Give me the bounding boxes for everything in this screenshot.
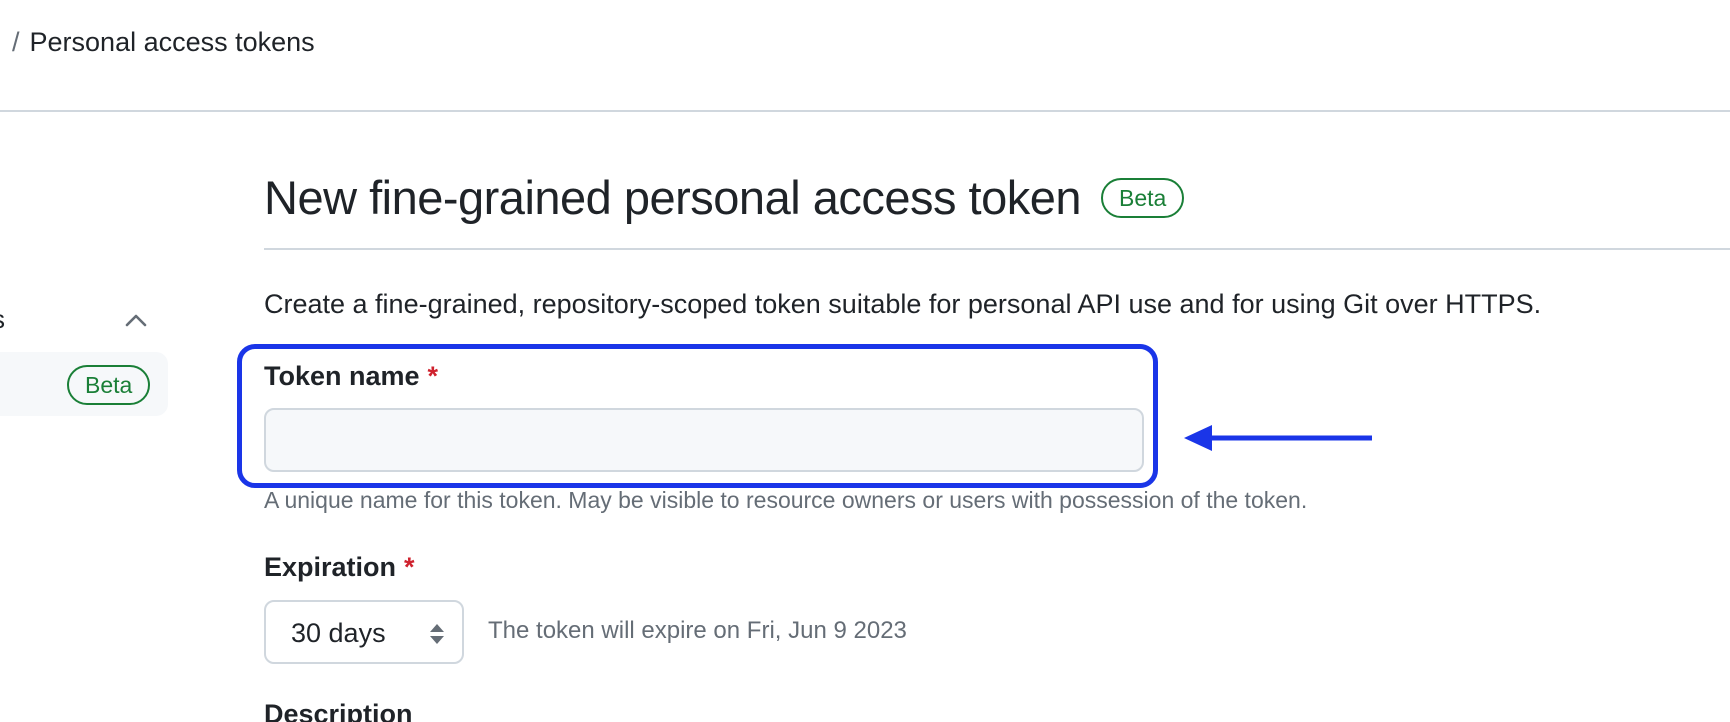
expiration-note: The token will expire on Fri, Jun 9 2023 bbox=[488, 617, 907, 644]
page: /Personal access tokens s Beta New fine-… bbox=[0, 0, 1730, 722]
chevron-up-icon[interactable] bbox=[122, 306, 150, 334]
token-name-hint: A unique name for this token. May be vis… bbox=[264, 487, 1308, 513]
breadcrumb-separator: / bbox=[12, 27, 20, 57]
token-name-input[interactable] bbox=[264, 408, 1144, 472]
expiration-label: Expiration * bbox=[264, 549, 415, 585]
expiration-selected-value: 30 days bbox=[291, 618, 386, 648]
required-marker: * bbox=[427, 361, 439, 391]
select-arrows-icon bbox=[430, 624, 444, 644]
title-beta-badge: Beta bbox=[1101, 178, 1185, 218]
sidebar-beta-badge: Beta bbox=[67, 365, 151, 405]
page-heading: New fine-grained personal access token B… bbox=[264, 168, 1185, 228]
heading-divider bbox=[264, 248, 1730, 250]
token-name-label: Token name * bbox=[264, 358, 438, 394]
intro-text: Create a fine-grained, repository-scoped… bbox=[264, 289, 1542, 319]
token-name-label-text: Token name bbox=[264, 361, 420, 391]
main-content: New fine-grained personal access token B… bbox=[264, 0, 1730, 722]
expiration-label-text: Expiration bbox=[264, 552, 397, 582]
sidebar-section-label: s bbox=[0, 302, 5, 336]
left-arrow-icon bbox=[1184, 425, 1372, 451]
page-title: New fine-grained personal access token bbox=[264, 171, 1082, 224]
expiration-select[interactable]: 30 days bbox=[264, 600, 464, 664]
description-label: Description bbox=[264, 699, 413, 722]
required-marker: * bbox=[404, 552, 415, 582]
